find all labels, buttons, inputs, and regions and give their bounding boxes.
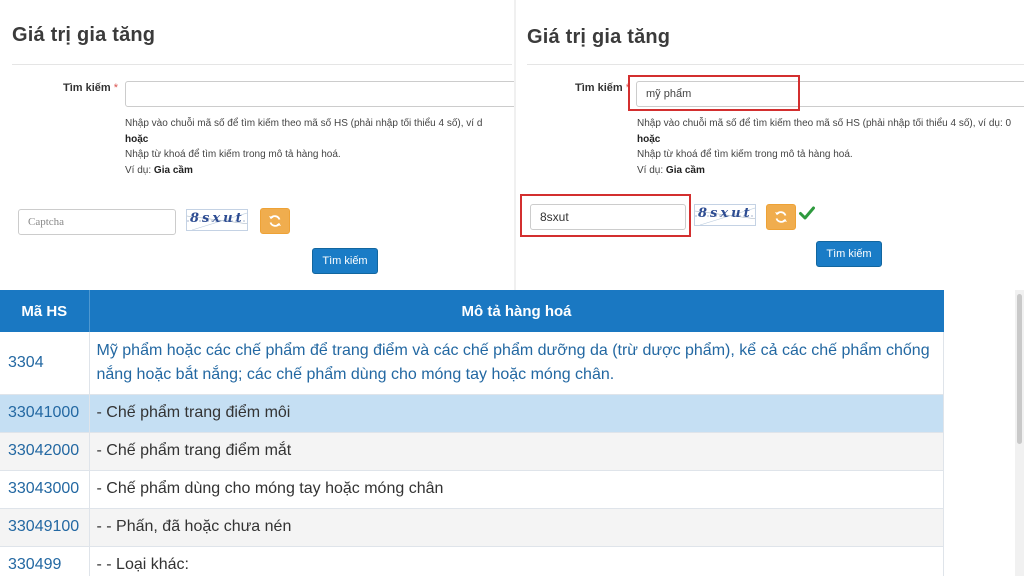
column-header-hs-code: Mã HS xyxy=(0,290,90,332)
search-label: Tìm kiếm * xyxy=(63,82,118,94)
table-row[interactable]: 33041000 - Chế phẩm trang điểm môi xyxy=(0,394,944,433)
goods-description: - - Phấn, đã hoặc chưa nén xyxy=(89,508,944,547)
help-example-value: Gia cầm xyxy=(665,164,705,176)
help-line-keyword: Nhập từ khoá để tìm kiếm trong mô tả hàn… xyxy=(125,149,341,160)
right-search-panel: Giá trị gia tăng Tìm kiếm* Nhập vào chuỗ… xyxy=(516,0,1024,290)
search-label-text: Tìm kiếm xyxy=(575,82,623,94)
help-line-hs: Nhập vào chuỗi mã số để tìm kiếm theo mã… xyxy=(125,118,483,129)
check-icon xyxy=(799,206,815,220)
page-scrollbar[interactable] xyxy=(1015,290,1024,576)
captcha-image: 8sxut xyxy=(694,204,756,226)
hs-code-link[interactable]: 33042000 xyxy=(0,432,90,471)
search-button[interactable]: Tìm kiếm xyxy=(312,248,378,274)
search-label: Tìm kiếm * xyxy=(575,82,630,94)
refresh-captcha-button[interactable] xyxy=(260,208,290,234)
hs-code-link[interactable]: 33049100 xyxy=(0,508,90,547)
search-label-text: Tìm kiếm xyxy=(63,82,111,94)
captcha-image: 8sxut xyxy=(186,209,248,231)
search-help-text: Nhập vào chuỗi mã số để tìm kiếm theo mã… xyxy=(637,116,1011,178)
goods-description: - - Loại khác: xyxy=(89,546,944,576)
scrollbar-thumb[interactable] xyxy=(1017,294,1022,444)
search-highlight-box xyxy=(628,75,800,111)
goods-description: - Chế phẩm dùng cho móng tay hoặc móng c… xyxy=(89,470,944,509)
refresh-icon xyxy=(269,215,281,227)
hs-code-link[interactable]: 33043000 xyxy=(0,470,90,509)
hs-code-link[interactable]: 3304 xyxy=(0,332,90,395)
hs-code-link[interactable]: 33041000 xyxy=(0,394,90,433)
column-header-description: Mô tả hàng hoá xyxy=(89,290,944,332)
search-input[interactable] xyxy=(125,81,514,107)
panel-title: Giá trị gia tăng xyxy=(527,26,671,48)
search-button[interactable]: Tìm kiếm xyxy=(816,241,882,267)
required-mark: * xyxy=(113,82,118,94)
help-or: hoặc xyxy=(125,133,149,145)
help-example-value: Gia cầm xyxy=(153,164,193,176)
help-line-keyword: Nhập từ khoá để tìm kiếm trong mô tả hàn… xyxy=(637,149,853,160)
goods-description: - Chế phẩm trang điểm môi xyxy=(89,394,944,433)
captcha-image-text: 8sxut xyxy=(190,211,245,226)
help-or: hoặc xyxy=(637,133,661,145)
title-divider xyxy=(527,64,1024,65)
captcha-highlight-box xyxy=(520,194,691,237)
table-row[interactable]: 33049100 - - Phấn, đã hoặc chưa nén xyxy=(0,508,944,547)
title-divider xyxy=(12,64,512,65)
refresh-captcha-button[interactable] xyxy=(766,204,796,230)
panel-title: Giá trị gia tăng xyxy=(12,24,156,46)
table-row[interactable]: 33043000 - Chế phẩm dùng cho móng tay ho… xyxy=(0,470,944,509)
search-help-text: Nhập vào chuỗi mã số để tìm kiếm theo mã… xyxy=(125,116,482,178)
table-row[interactable]: 330499 - - Loại khác: xyxy=(0,546,944,576)
help-example-prefix: Ví dụ: xyxy=(637,164,664,176)
table-header-row: Mã HS Mô tả hàng hoá xyxy=(0,290,944,332)
left-search-panel: Giá trị gia tăng Tìm kiếm * Nhập vào chuỗ… xyxy=(0,0,514,290)
results-table: Mã HS Mô tả hàng hoá 3304 Mỹ phẩm hoặc c… xyxy=(0,290,944,576)
captcha-image-text: 8sxut xyxy=(698,206,753,221)
refresh-icon xyxy=(775,211,787,223)
help-line-hs: Nhập vào chuỗi mã số để tìm kiếm theo mã… xyxy=(637,118,1012,129)
captcha-input[interactable] xyxy=(18,209,176,235)
hs-code-link[interactable]: 330499 xyxy=(0,546,90,576)
table-row[interactable]: 33042000 - Chế phẩm trang điểm mắt xyxy=(0,432,944,471)
help-example-prefix: Ví dụ: xyxy=(125,164,152,176)
table-row[interactable]: 3304 Mỹ phẩm hoặc các chế phẩm để trang … xyxy=(0,332,944,395)
goods-description: Mỹ phẩm hoặc các chế phẩm để trang điểm … xyxy=(89,332,944,395)
goods-description: - Chế phẩm trang điểm mắt xyxy=(89,432,944,471)
